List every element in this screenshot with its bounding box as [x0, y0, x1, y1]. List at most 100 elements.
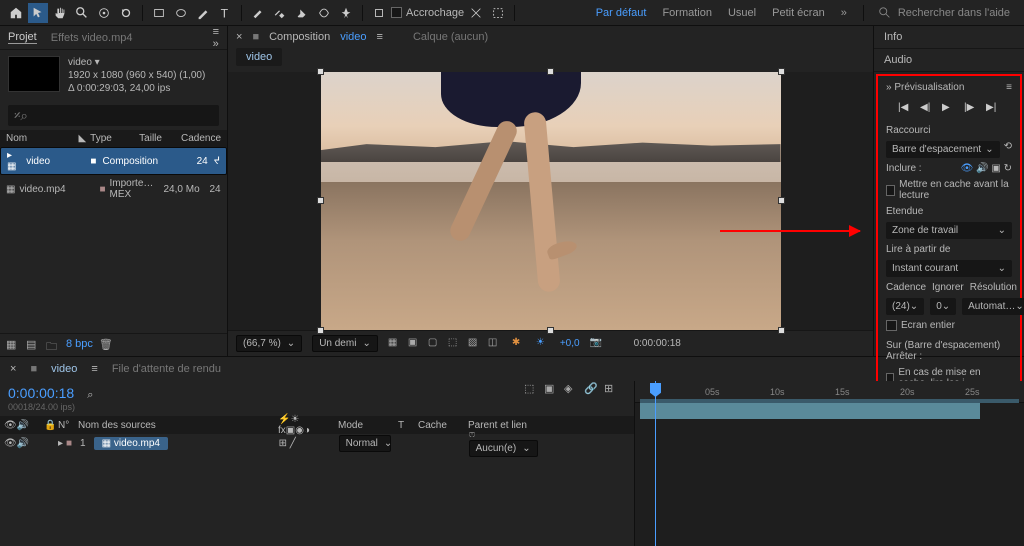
- loop-icon[interactable]: ↻: [1004, 163, 1012, 174]
- pen-tool-icon[interactable]: [193, 3, 213, 23]
- col-type[interactable]: Type: [90, 133, 135, 144]
- selection-tool-icon[interactable]: [28, 3, 48, 23]
- exposure-value[interactable]: +0,0: [560, 338, 580, 349]
- preview-menu-icon[interactable]: ≡: [1006, 82, 1012, 93]
- cache-checkbox[interactable]: [886, 185, 895, 196]
- col-cache[interactable]: Cache: [414, 420, 464, 431]
- color-mgmt-icon[interactable]: ✱: [512, 337, 526, 351]
- transparency-icon[interactable]: ▨: [468, 337, 482, 351]
- col-name[interactable]: Nom: [6, 133, 74, 144]
- reset-icon[interactable]: ⟲: [1004, 141, 1012, 158]
- roi-icon[interactable]: ⬚: [448, 337, 462, 351]
- project-search-input[interactable]: [8, 105, 219, 126]
- mask-icon[interactable]: ▢: [428, 337, 442, 351]
- first-frame-button[interactable]: |◀: [898, 102, 912, 116]
- eye-icon[interactable]: 👁: [961, 163, 974, 174]
- hand-tool-icon[interactable]: [50, 3, 70, 23]
- ws-tab-usual[interactable]: Usuel: [728, 7, 756, 19]
- comp-timecode[interactable]: 0:00:00:18: [634, 338, 681, 349]
- rotate-tool-icon[interactable]: [116, 3, 136, 23]
- project-row-comp[interactable]: ▸ ▦video■ Composition 24 ᔪ: [0, 147, 227, 175]
- snap-opt2-icon[interactable]: [488, 3, 508, 23]
- current-timecode[interactable]: 0:00:00:18: [8, 385, 74, 401]
- tl-close-icon[interactable]: ×: [10, 363, 16, 375]
- play-button[interactable]: ▶: [942, 102, 956, 116]
- tl-btn5-icon[interactable]: ⊞: [604, 382, 618, 396]
- project-row-footage[interactable]: ▦video.mp4■ Importe…MEX 24,0 Mo 24: [0, 175, 227, 203]
- bpc-button[interactable]: 8 bpc: [66, 338, 93, 352]
- text-tool-icon[interactable]: T: [215, 3, 235, 23]
- zoom-dropdown[interactable]: (66,7 %)⌄: [236, 335, 302, 352]
- rect-tool-icon[interactable]: [149, 3, 169, 23]
- calque-label[interactable]: Calque (aucun): [413, 31, 488, 43]
- snap-opt1-icon[interactable]: [466, 3, 486, 23]
- tab-project[interactable]: Projet: [8, 31, 37, 44]
- last-frame-button[interactable]: ▶|: [986, 102, 1000, 116]
- snapshot-icon[interactable]: 📷: [590, 337, 604, 351]
- skip-dropdown[interactable]: 0⌄: [930, 298, 956, 315]
- fullscreen-checkbox[interactable]: [886, 320, 897, 331]
- playfrom-dropdown[interactable]: Instant courant⌄: [886, 260, 1012, 277]
- overlay-icon[interactable]: ▣: [991, 163, 1000, 174]
- tl-btn2-icon[interactable]: ▣: [544, 382, 558, 396]
- col-size[interactable]: Taille: [139, 133, 177, 144]
- tl-btn3-icon[interactable]: ◈: [564, 382, 578, 396]
- tab-info[interactable]: Info: [874, 26, 1024, 49]
- next-frame-button[interactable]: |▶: [964, 102, 978, 116]
- tab-effects[interactable]: Effets video.mp4: [51, 32, 133, 44]
- col-fps[interactable]: Cadence: [181, 133, 221, 144]
- timeline-layer-row[interactable]: 👁🔊 ▸ ■ 1 ▦ video.mp4 ⊞ ╱ Normal ⌄ ෆ Aucu…: [0, 434, 634, 452]
- tl-btn1-icon[interactable]: ⬚: [524, 382, 538, 396]
- orbit-tool-icon[interactable]: [94, 3, 114, 23]
- resolution-dropdown[interactable]: Un demi⌄: [312, 335, 378, 352]
- ws-more-icon[interactable]: »: [841, 7, 847, 19]
- home-icon[interactable]: [6, 3, 26, 23]
- eraser-tool-icon[interactable]: [292, 3, 312, 23]
- timeline-tracks[interactable]: 05s 10s 15s 20s 25s: [635, 381, 1024, 546]
- interpret-icon[interactable]: ▦: [6, 338, 20, 352]
- pin-tool-icon[interactable]: [336, 3, 356, 23]
- folder-icon[interactable]: 🗀: [46, 338, 60, 352]
- ws-tab-formation[interactable]: Formation: [662, 7, 712, 19]
- snap-rect-icon[interactable]: [369, 3, 389, 23]
- col-sources[interactable]: Nom des sources: [74, 420, 274, 431]
- ellipse-tool-icon[interactable]: [171, 3, 191, 23]
- shortcut-dropdown[interactable]: Barre d'espacement⌄: [886, 141, 1000, 158]
- exposure-icon[interactable]: ☀: [536, 337, 550, 351]
- tl-render-queue-tab[interactable]: File d'attente de rendu: [112, 363, 221, 375]
- composition-viewport[interactable]: [228, 72, 873, 330]
- playhead[interactable]: [655, 381, 656, 546]
- comp-menu-icon[interactable]: ≡: [377, 31, 383, 43]
- list-view-icon[interactable]: ▤: [26, 338, 40, 352]
- clone-tool-icon[interactable]: [270, 3, 290, 23]
- layer-track-bar[interactable]: [640, 403, 980, 419]
- col-mode[interactable]: Mode: [334, 420, 394, 431]
- blend-mode-dropdown[interactable]: Normal ⌄: [339, 435, 391, 452]
- speaker-icon[interactable]: 🔊: [976, 163, 988, 174]
- cadence-dropdown[interactable]: (24)⌄: [886, 298, 924, 315]
- col-tag-icon[interactable]: ◣: [78, 133, 86, 144]
- tab-audio[interactable]: Audio: [874, 49, 1024, 72]
- panel-menu-icon[interactable]: ≡»: [213, 26, 219, 50]
- nav-back-icon[interactable]: ×: [236, 31, 242, 43]
- comp-subtab[interactable]: video: [236, 48, 282, 66]
- ws-tab-small[interactable]: Petit écran: [772, 7, 825, 19]
- zoom-tool-icon[interactable]: [72, 3, 92, 23]
- grid-icon[interactable]: ▦: [388, 337, 402, 351]
- 3d-icon[interactable]: ◫: [488, 337, 502, 351]
- trash-icon[interactable]: 🗑: [99, 338, 113, 352]
- asset-thumbnail[interactable]: [8, 56, 60, 92]
- tl-btn4-icon[interactable]: 🔗: [584, 382, 598, 396]
- tl-tab-menu-icon[interactable]: ≡: [91, 363, 97, 375]
- brush-tool-icon[interactable]: [248, 3, 268, 23]
- roto-tool-icon[interactable]: [314, 3, 334, 23]
- parent-dropdown[interactable]: Aucun(e) ⌄: [469, 440, 538, 457]
- comp-name[interactable]: video: [340, 31, 366, 43]
- snapping-checkbox[interactable]: [391, 7, 402, 18]
- help-search[interactable]: Rechercher dans l'aide: [870, 6, 1018, 20]
- ws-tab-default[interactable]: Par défaut: [596, 7, 647, 19]
- prev-frame-button[interactable]: ◀|: [920, 102, 934, 116]
- range-dropdown[interactable]: Zone de travail⌄: [886, 222, 1012, 239]
- reso-dropdown[interactable]: Automat…⌄: [962, 298, 1024, 315]
- comp-flow-icon[interactable]: ᔪ: [214, 156, 220, 167]
